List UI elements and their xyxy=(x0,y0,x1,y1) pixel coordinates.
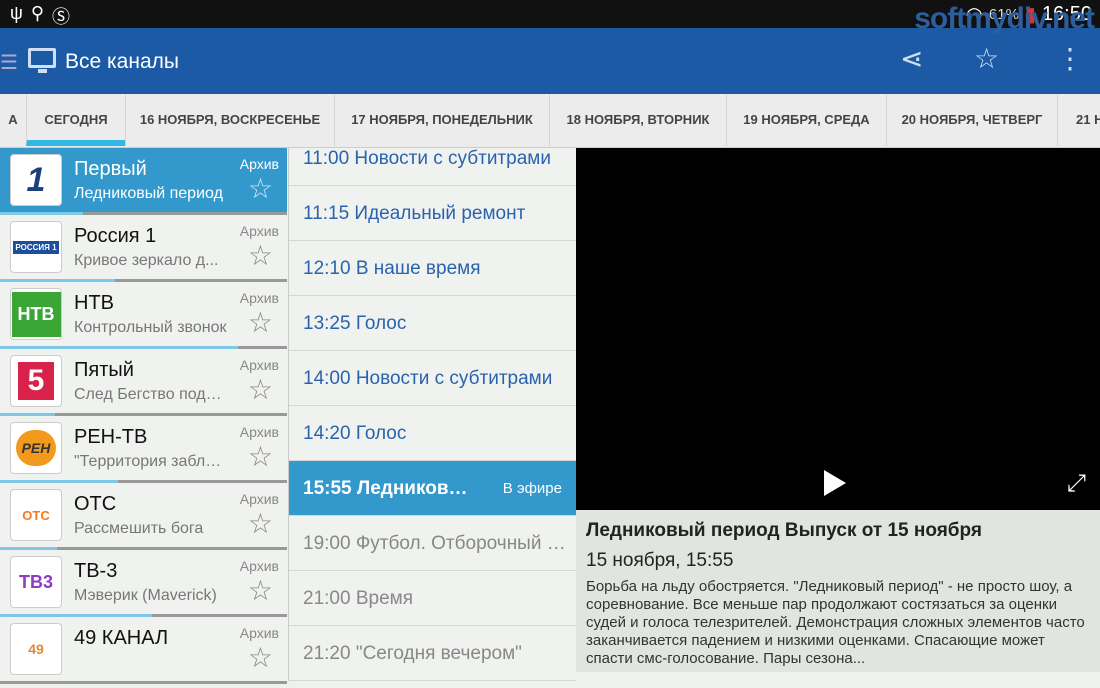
star-icon[interactable]: ☆ xyxy=(248,239,273,272)
program-label: 21:00 Время xyxy=(303,588,413,609)
tab-nov-18[interactable]: 18 НОЯБРЯ, ВТОРНИК xyxy=(549,94,726,146)
star-icon[interactable]: ☆ xyxy=(248,641,273,674)
current-show: "Территория заблуждений" xyxy=(74,453,229,470)
current-show: Кривое зеркало д... xyxy=(74,252,219,269)
channel-logo: 49 xyxy=(10,623,62,675)
star-icon[interactable]: ☆ xyxy=(248,373,273,406)
overflow-menu-icon[interactable]: ⋮ xyxy=(1056,42,1084,75)
current-show: Мэверик (Maverick) xyxy=(74,587,217,604)
channel-name: РЕН-ТВ xyxy=(74,426,148,448)
star-icon[interactable]: ☆ xyxy=(248,306,273,339)
favorite-star-icon[interactable]: ☆ xyxy=(974,42,999,75)
play-icon[interactable] xyxy=(824,470,846,496)
tv-icon xyxy=(28,48,56,73)
archive-link[interactable]: Архив xyxy=(240,290,279,306)
program-item[interactable]: 15:55 Ледниковый период В эфире xyxy=(289,461,576,516)
channel-item[interactable]: ОТС ОТС Рассмешить бога Архив ☆ xyxy=(0,483,287,550)
tab-previous[interactable]: А xyxy=(0,94,26,146)
channel-logo: ТВ3 xyxy=(10,556,62,608)
channel-item[interactable]: 1 Первый Ледниковый период Архив ☆ xyxy=(0,148,287,215)
channel-item[interactable]: 5 Пятый След Бегство подозреваемого Архи… xyxy=(0,349,287,416)
program-item[interactable]: 13:25 Голос xyxy=(289,296,576,351)
skype-icon: Ⓢ xyxy=(52,7,71,27)
star-icon[interactable]: ☆ xyxy=(248,440,273,473)
current-show: След Бегство подозреваемого xyxy=(74,386,229,403)
star-icon[interactable]: ☆ xyxy=(248,172,273,205)
channel-name: НТВ xyxy=(74,292,114,314)
channel-item[interactable]: 49 49 КАНАЛ Архив ☆ xyxy=(0,617,287,684)
current-show: Рассмешить бога xyxy=(74,520,204,537)
tab-nov-21[interactable]: 21 Н xyxy=(1057,94,1100,146)
watermark: softmydiv.net xyxy=(914,2,1095,35)
program-item[interactable]: 11:15 Идеальный ремонт xyxy=(289,186,576,241)
program-item[interactable]: 14:20 Голос xyxy=(289,406,576,461)
program-label: 11:15 Идеальный ремонт xyxy=(303,203,526,224)
program-datetime: 15 ноября, 15:55 xyxy=(586,550,734,571)
channel-logo: РОССИЯ 1 xyxy=(10,221,62,273)
archive-link[interactable]: Архив xyxy=(240,558,279,574)
program-label: 11:00 Новости с субтитрами xyxy=(303,148,551,169)
archive-link[interactable]: Архив xyxy=(240,223,279,239)
program-item[interactable]: 11:00 Новости с субтитрами xyxy=(289,148,576,186)
program-label: 14:20 Голос xyxy=(303,423,407,444)
channel-name: ТВ-3 xyxy=(74,560,118,582)
usb-icon: ψ xyxy=(10,3,23,23)
program-label: 14:00 Новости с субтитрами xyxy=(303,368,553,389)
archive-link[interactable]: Архив xyxy=(240,625,279,641)
video-player[interactable]: ⤢ xyxy=(576,148,1100,510)
current-show: Контрольный звонок xyxy=(74,319,227,336)
channel-logo: НТВ xyxy=(10,288,62,340)
menu-icon[interactable]: ☰ xyxy=(0,50,18,75)
fullscreen-icon[interactable]: ⤢ xyxy=(1067,470,1086,498)
channel-item[interactable]: НТВ НТВ Контрольный звонок Архив ☆ xyxy=(0,282,287,349)
archive-link[interactable]: Архив xyxy=(240,357,279,373)
channel-logo: 1 xyxy=(10,154,62,206)
program-details: Ледниковый период Выпуск от 15 ноября 15… xyxy=(576,510,1100,672)
live-badge: В эфире xyxy=(502,480,562,497)
channel-name: 49 КАНАЛ xyxy=(74,627,169,649)
app-bar: ☰ Все каналы ⋖ ☆ ⋮ xyxy=(0,28,1100,94)
current-show: Ледниковый период xyxy=(74,185,223,202)
channel-list: 1 Первый Ледниковый период Архив ☆ РОССИ… xyxy=(0,148,287,684)
program-item[interactable]: 12:10 В наше время xyxy=(289,241,576,296)
archive-link[interactable]: Архив xyxy=(240,491,279,507)
program-item[interactable]: 19:00 Футбол. Отборочный матч xyxy=(289,516,576,571)
program-list: 11:00 Новости с субтитрами 11:15 Идеальны… xyxy=(288,148,576,681)
channel-logo: ОТС xyxy=(10,489,62,541)
channel-name: Первый xyxy=(74,158,147,180)
program-label: 12:10 В наше время xyxy=(303,258,481,279)
archive-link[interactable]: Архив xyxy=(240,424,279,440)
channel-item[interactable]: РЕН РЕН-ТВ "Территория заблуждений" Архи… xyxy=(0,416,287,483)
program-description: Борьба на льду обостряется. "Ледниковый … xyxy=(586,578,1085,667)
star-icon[interactable]: ☆ xyxy=(248,574,273,607)
tab-nov-19[interactable]: 19 НОЯБРЯ, СРЕДА xyxy=(726,94,886,146)
channel-item[interactable]: ТВ3 ТВ-3 Мэверик (Maverick) Архив ☆ xyxy=(0,550,287,617)
star-icon[interactable]: ☆ xyxy=(248,507,273,540)
share-icon[interactable]: ⋖ xyxy=(900,42,923,75)
channel-item[interactable]: РОССИЯ 1 Россия 1 Кривое зеркало д... Ар… xyxy=(0,215,287,282)
program-label: 21:20 "Сегодня вечером" xyxy=(303,643,522,664)
channel-name: ОТС xyxy=(74,493,117,515)
program-title: Ледниковый период Выпуск от 15 ноября xyxy=(586,520,982,541)
page-title: Все каналы xyxy=(65,50,179,73)
channel-name: Пятый xyxy=(74,359,134,381)
date-tabs: А СЕГОДНЯ 16 НОЯБРЯ, ВОСКРЕСЕНЬЕ 17 НОЯБ… xyxy=(0,94,1100,148)
program-item[interactable]: 21:00 Время xyxy=(289,571,576,626)
search-icon: ⚲ xyxy=(30,3,45,23)
tab-nov-16[interactable]: 16 НОЯБРЯ, ВОСКРЕСЕНЬЕ xyxy=(125,94,334,146)
channel-name: Россия 1 xyxy=(74,225,157,247)
tab-nov-20[interactable]: 20 НОЯБРЯ, ЧЕТВЕРГ xyxy=(886,94,1057,146)
channel-logo: 5 xyxy=(10,355,62,407)
channel-logo: РЕН xyxy=(10,422,62,474)
tab-nov-17[interactable]: 17 НОЯБРЯ, ПОНЕДЕЛЬНИК xyxy=(334,94,549,146)
tab-today[interactable]: СЕГОДНЯ xyxy=(26,94,125,146)
program-item[interactable]: 14:00 Новости с субтитрами xyxy=(289,351,576,406)
program-item[interactable]: 21:20 "Сегодня вечером" xyxy=(289,626,576,681)
archive-link[interactable]: Архив xyxy=(240,156,279,172)
program-label: 13:25 Голос xyxy=(303,313,407,334)
program-label: 19:00 Футбол. Отборочный матч xyxy=(303,533,576,554)
